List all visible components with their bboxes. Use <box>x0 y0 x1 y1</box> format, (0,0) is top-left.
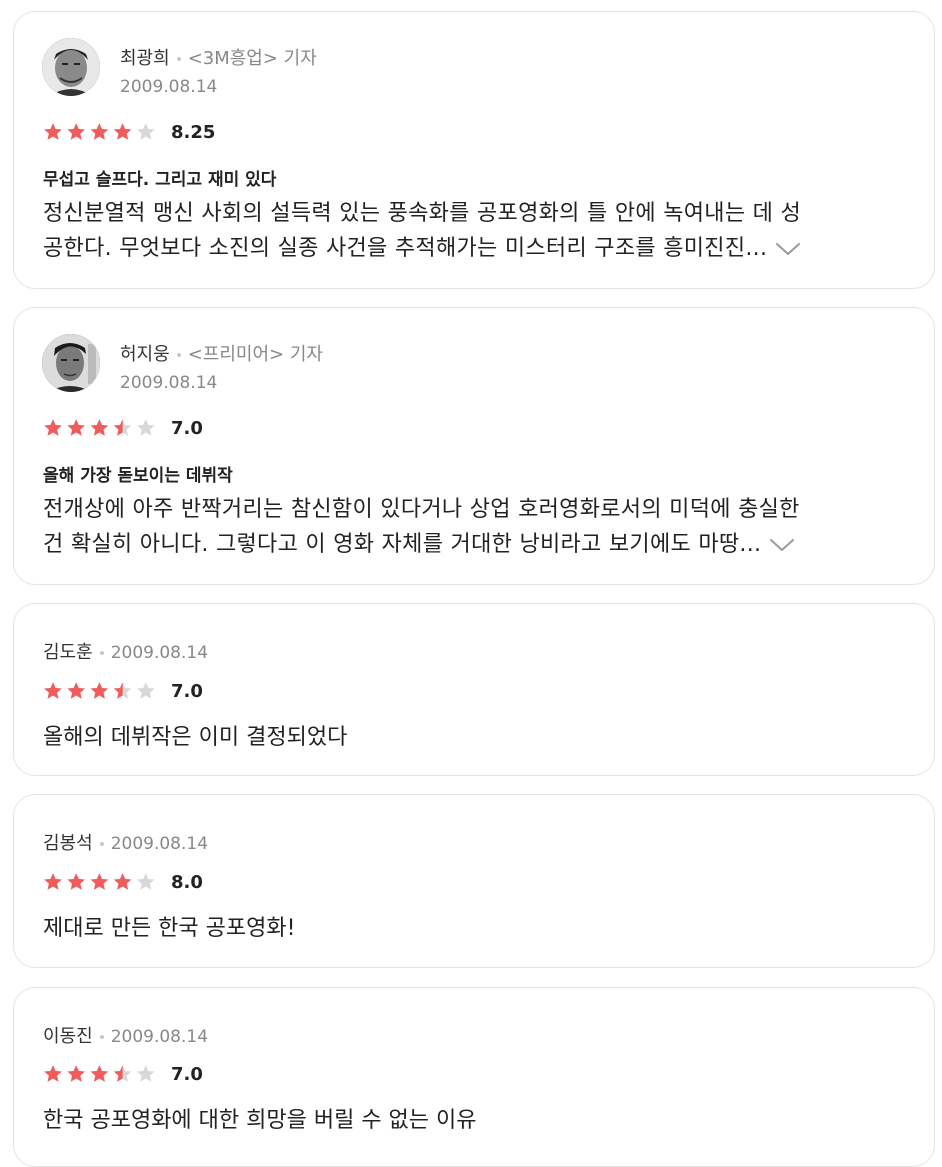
star-rating: 8.0 <box>43 870 203 894</box>
star-icon <box>90 123 109 140</box>
star-icon <box>113 1065 132 1082</box>
star-rating: 7.0 <box>43 1062 203 1086</box>
critic-name[interactable]: 허지웅 <box>120 344 170 365</box>
star-icon <box>90 682 109 699</box>
star-icon <box>44 873 62 890</box>
review-card: 이동진 2009.08.14 7.0 한국 공포영화에 대한 희망을 버릴 수 없… <box>13 987 935 1167</box>
star-rating: 7.0 <box>43 679 203 703</box>
stars-icon <box>44 419 155 436</box>
star-icon <box>137 1065 155 1082</box>
review-card: 김도훈 2009.08.14 7.0 올해의 데뷔작은 이미 결정되었다 <box>13 603 935 776</box>
star-icon <box>67 419 85 436</box>
chevron-down-icon[interactable] <box>769 537 795 553</box>
reviewer-info: 김도훈 2009.08.14 <box>43 638 208 664</box>
critic-avatar[interactable] <box>42 334 100 392</box>
critic-outlet: <프리미어> 기자 <box>187 344 323 365</box>
review-card: 최광희 <3M흥업> 기자 2009.08.14 8.25 무섭고 슬프다. 그리… <box>13 11 935 289</box>
star-icon <box>113 123 132 140</box>
separator-dot <box>176 57 181 61</box>
review-body-line: 건 확실히 아니다. 그렇다고 이 영화 자체를 거대한 낭비라고 보기에도 마… <box>43 532 762 557</box>
separator-dot <box>99 842 104 846</box>
rating-score: 8.25 <box>171 121 216 143</box>
star-icon <box>113 873 132 890</box>
star-icon <box>113 419 132 436</box>
review-body-line: 전개상에 아주 반짝거리는 참신함이 있다거나 상업 호러영화로서의 미덕에 충… <box>43 497 800 522</box>
star-rating: 8.25 <box>43 120 215 144</box>
star-icon <box>90 873 109 890</box>
star-icon <box>44 1065 62 1082</box>
review-date: 2009.08.14 <box>110 643 209 663</box>
review-date: 2009.08.14 <box>120 77 218 97</box>
review-body[interactable]: 정신분열적 맹신 사회의 설득력 있는 풍속화를 공포영화의 틀 안에 녹여내는… <box>43 196 913 266</box>
star-icon <box>44 123 62 140</box>
stars-icon <box>44 682 155 699</box>
separator-dot <box>176 353 181 357</box>
star-icon <box>90 419 109 436</box>
critic-info: 허지웅 <프리미어> 기자 <box>120 340 323 366</box>
star-icon <box>67 123 85 140</box>
review-date: 2009.08.14 <box>120 373 218 393</box>
star-icon <box>44 682 62 699</box>
star-icon <box>90 1065 109 1082</box>
star-rating: 7.0 <box>43 416 203 440</box>
review-body-line: 공한다. 무엇보다 소진의 실종 사건을 추적해가는 미스터리 구조를 흥미진진… <box>43 236 768 261</box>
star-icon <box>67 682 85 699</box>
rating-score: 7.0 <box>171 1063 203 1085</box>
review-headline: 무섭고 슬프다. 그리고 재미 있다 <box>43 170 277 190</box>
reviewer-info: 김봉석 2009.08.14 <box>43 829 208 855</box>
review-headline: 올해 가장 돋보이는 데뷔작 <box>43 466 233 486</box>
rating-score: 7.0 <box>171 417 203 439</box>
star-icon <box>67 1065 85 1082</box>
critic-name[interactable]: 최광희 <box>120 48 170 69</box>
star-icon <box>67 873 85 890</box>
stars-icon <box>44 123 155 140</box>
reviewer-name[interactable]: 김도훈 <box>43 642 93 663</box>
critic-info: 최광희 <3M흥업> 기자 <box>120 44 317 70</box>
separator-dot <box>99 1035 104 1039</box>
review-card: 허지웅 <프리미어> 기자 2009.08.14 7.0 올해 가장 돋보이는 데… <box>13 307 935 585</box>
separator-dot <box>99 651 104 655</box>
star-icon <box>137 682 155 699</box>
stars-icon <box>44 873 155 890</box>
review-date: 2009.08.14 <box>110 1027 209 1047</box>
reviewer-info: 이동진 2009.08.14 <box>43 1022 208 1048</box>
chevron-down-icon[interactable] <box>775 241 801 257</box>
star-icon <box>113 682 132 699</box>
review-date: 2009.08.14 <box>110 834 209 854</box>
reviewer-name[interactable]: 김봉석 <box>43 833 93 854</box>
rating-score: 7.0 <box>171 680 203 702</box>
review-body-line: 정신분열적 맹신 사회의 설득력 있는 풍속화를 공포영화의 틀 안에 녹여내는… <box>43 201 802 226</box>
critic-outlet: <3M흥업> 기자 <box>187 48 317 69</box>
star-icon <box>137 123 155 140</box>
critic-avatar[interactable] <box>42 38 100 96</box>
review-body[interactable]: 전개상에 아주 반짝거리는 참신함이 있다거나 상업 호러영화로서의 미덕에 충… <box>43 492 913 562</box>
review-comment: 올해의 데뷔작은 이미 결정되었다 <box>43 725 348 750</box>
stars-icon <box>44 1065 155 1082</box>
star-icon <box>137 873 155 890</box>
review-comment: 한국 공포영화에 대한 희망을 버릴 수 없는 이유 <box>43 1108 477 1133</box>
review-card: 김봉석 2009.08.14 8.0 제대로 만든 한국 공포영화! <box>13 794 935 968</box>
star-icon <box>44 419 62 436</box>
rating-score: 8.0 <box>171 871 203 893</box>
review-comment: 제대로 만든 한국 공포영화! <box>43 916 296 941</box>
star-icon <box>137 419 155 436</box>
reviewer-name[interactable]: 이동진 <box>43 1026 93 1047</box>
